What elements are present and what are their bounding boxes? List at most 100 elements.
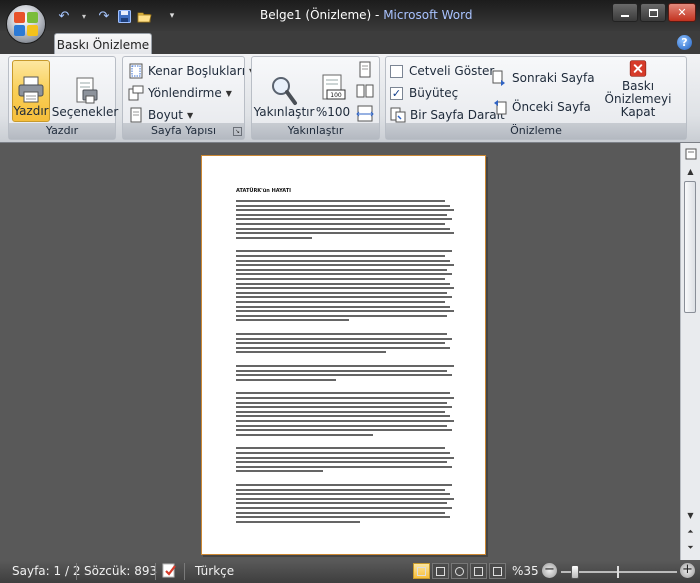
ribbon-tab-row: Baskı Önizleme ? [0,31,700,55]
close-preview-label-1: Baskı Önizlemeyi [604,79,672,106]
close-print-preview-button[interactable]: Baskı Önizlemeyi Kapat [592,60,684,122]
save-icon[interactable] [114,7,134,25]
next-page-button[interactable]: Sonraki Sayfa [492,68,595,88]
text-line [236,291,448,294]
undo-icon[interactable]: ↶ [54,7,74,25]
shrink-one-page-button[interactable]: Bir Sayfa Daralt [390,105,505,125]
vertical-scrollbar[interactable]: ▲ ▼ ⏶ ⏷ [680,143,700,560]
zoom-level[interactable]: %35 [512,564,539,578]
full-screen-reading-view-button[interactable] [432,563,449,579]
document-paragraph [236,365,454,383]
ruler-toggle-icon[interactable] [682,145,699,162]
text-line [236,319,350,322]
document-page[interactable]: ATATÜRK'ün HAYATI [201,155,486,555]
text-line [236,204,450,207]
text-line [236,277,446,280]
office-logo-icon [14,12,38,36]
text-line [236,465,452,468]
margins-button[interactable]: Kenar Boşlukları▼ [128,61,255,81]
outline-icon [474,566,483,576]
text-line [236,419,454,422]
text-line [236,227,450,230]
chevron-down-icon: ▼ [225,88,232,98]
open-folder-icon[interactable] [134,7,154,25]
size-button[interactable]: Boyut ▼ [128,105,193,125]
previous-page-nav-icon[interactable]: ⏶ [682,523,699,540]
page-width-icon[interactable] [356,105,374,123]
proofing-icon[interactable] [161,562,179,582]
help-icon[interactable]: ? [677,35,692,50]
document-paragraph [236,447,454,475]
word-count[interactable]: Sözcük: 893 [84,564,157,578]
maximize-button[interactable] [640,3,666,22]
scroll-thumb[interactable] [684,181,696,313]
zoom-slider-center-mark [617,566,619,578]
text-line [236,236,313,239]
page-setup-launcher-icon[interactable]: ↘ [233,127,242,136]
draft-icon [493,566,502,576]
zoom-out-icon[interactable]: − [542,563,557,578]
redo-icon[interactable]: ↷ [94,7,114,25]
previous-page-button[interactable]: Önceki Sayfa [492,97,591,117]
text-line [236,268,448,271]
text-line [236,254,446,257]
zoom-group-label: Yakınlaştır [252,123,379,139]
outline-view-button[interactable] [470,563,487,579]
office-button[interactable] [6,4,46,44]
text-line [236,378,337,381]
margins-label: Kenar Boşlukları [148,64,246,78]
page-size-icon [130,107,142,123]
print-layout-view-button[interactable] [413,563,430,579]
shrink-label: Bir Sayfa Daralt [410,108,505,122]
magnifier-checkbox[interactable]: ✓ Büyüteç [390,83,458,103]
web-layout-view-button[interactable] [451,563,468,579]
zoom-button[interactable]: Yakınlaştır [254,60,314,122]
text-line [236,218,452,221]
close-window-button[interactable]: ✕ [668,3,696,22]
text-line [236,516,450,519]
text-line [236,213,448,216]
zoom-slider-thumb[interactable] [571,565,579,579]
reading-view-icon [436,566,445,576]
undo-dropdown-icon[interactable]: ▾ [74,7,94,25]
page-count[interactable]: Sayfa: 1 / 2 [12,564,80,578]
document-paragraph [236,392,454,438]
text-line [236,429,452,432]
document-paragraph [236,250,454,324]
zoom-100-button[interactable]: 100 %100 [316,60,350,122]
svg-text:100: 100 [330,92,342,99]
customize-qat-icon[interactable]: ▾ [162,7,182,25]
next-page-nav-icon[interactable]: ⏷ [682,539,699,556]
text-line [236,447,446,450]
document-preview-area[interactable]: ATATÜRK'ün HAYATI [0,143,680,560]
two-pages-icon[interactable] [356,83,374,101]
print-options-button[interactable]: Seçenekler [52,60,118,122]
language-indicator[interactable]: Türkçe [195,564,234,578]
text-line [236,232,454,235]
orientation-icon [128,85,144,101]
text-line [236,520,361,523]
show-ruler-checkbox[interactable]: Cetveli Göster [390,61,494,81]
text-line [236,296,452,299]
one-page-icon[interactable] [356,61,374,79]
zoom-in-icon[interactable]: + [680,563,695,578]
text-line [236,396,454,399]
page-100-icon: 100 [322,74,346,100]
ruler-checkbox-box[interactable] [390,64,403,78]
previous-page-label: Önceki Sayfa [512,100,591,114]
text-line [236,415,450,418]
text-line [236,310,454,313]
tab-print-preview[interactable]: Baskı Önizleme [54,33,152,55]
printer-icon [18,76,44,103]
show-ruler-label: Cetveli Göster [409,64,495,78]
scroll-down-icon[interactable]: ▼ [682,507,699,524]
print-button[interactable]: Yazdır [12,60,50,122]
draft-view-button[interactable] [489,563,506,579]
magnifier-label: Büyüteç [409,86,459,100]
orientation-button[interactable]: Yönlendirme ▼ [128,83,232,103]
text-line [236,392,450,395]
scroll-up-icon[interactable]: ▲ [682,163,699,180]
minimize-button[interactable] [612,3,638,22]
magnifier-checkbox-box[interactable]: ✓ [390,86,403,100]
text-line [236,374,452,377]
